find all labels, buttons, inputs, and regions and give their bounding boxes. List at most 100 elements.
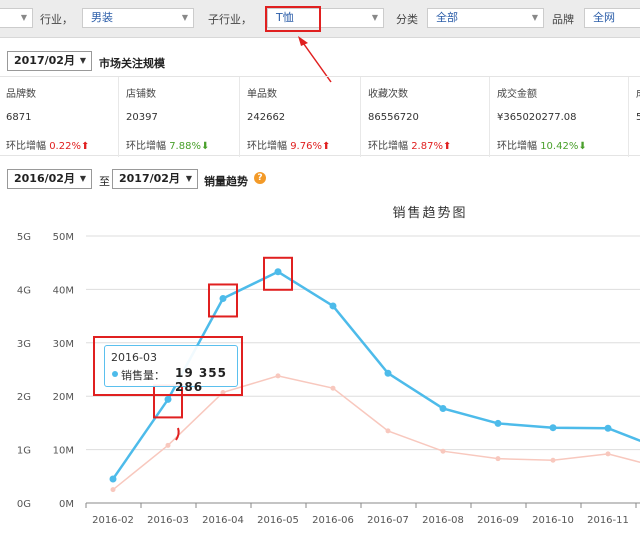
stat-shops: 店铺数 20397 环比增幅 7.88%⬇	[120, 77, 240, 157]
stat-label: 店铺数	[126, 89, 156, 100]
brand-label: 品牌	[552, 13, 574, 26]
primary-series-point	[494, 419, 502, 427]
right-axis-tick-label: 20M	[53, 392, 74, 403]
sales-trend-chart: 销售趋势图 0G 0M 1G 10M 2G 20M 3G 30M 4G 40M 5G 50M 2016-0…	[17, 205, 640, 526]
change-prefix: 环比增幅	[6, 141, 46, 152]
stat-value: 6871	[6, 112, 32, 123]
change-value: 0.22%	[49, 141, 81, 152]
secondary-series-point	[605, 451, 611, 457]
right-axis-tick-label: 10M	[53, 446, 74, 457]
chevron-down-icon: ▼	[181, 13, 188, 22]
market-title: 市场关注规模	[99, 57, 165, 70]
help-icon[interactable]: ?	[254, 172, 266, 184]
secondary-series-point	[550, 457, 556, 463]
primary-series-point	[219, 294, 227, 302]
change-prefix: 环比增幅	[368, 141, 408, 152]
primary-series-point	[439, 404, 447, 412]
stat-label: 品牌数	[6, 89, 36, 100]
chevron-down-icon: ▼	[371, 13, 378, 22]
secondary-series-point	[440, 448, 446, 454]
x-axis-tick-label: 2016-07	[367, 515, 409, 526]
secondary-series-point	[495, 456, 501, 462]
chart-title: 销售趋势图	[392, 205, 467, 221]
first-dropdown[interactable]: ▼	[0, 8, 33, 28]
change-value: 7.88%	[169, 141, 201, 152]
secondary-series-point	[275, 373, 281, 379]
brand-value: 全网	[593, 11, 615, 24]
right-axis-tick-label: 0M	[59, 499, 74, 510]
primary-series-point	[274, 268, 282, 276]
tooltip-value: 19 355 286	[175, 366, 227, 394]
change-prefix: 环比增幅	[247, 141, 287, 152]
stat-change: 环比增幅 10.42%⬇	[497, 137, 587, 152]
x-axis-tick-label: 2016-06	[312, 515, 354, 526]
stat-label: 收藏次数	[368, 89, 408, 100]
chart-tooltip: 2016-03 销售量： 19 355 286	[104, 345, 238, 394]
stat-label: 成交金额	[497, 89, 537, 100]
series-dot-icon	[112, 371, 118, 377]
trend-from-select[interactable]: 2016/02月 ▼	[7, 169, 92, 189]
month-value: 2017/02月	[14, 54, 75, 67]
stat-partial: 成 5	[630, 77, 640, 157]
industry-value: 男装	[91, 11, 113, 24]
stat-value: ¥365020277.08	[497, 112, 577, 123]
subindustry-label: 子行业，	[208, 13, 252, 26]
change-value: 10.42%	[540, 141, 579, 152]
trend-to-value: 2017/02月	[119, 172, 180, 185]
right-axis-tick-label: 40M	[53, 285, 74, 296]
stat-value: 20397	[126, 112, 158, 123]
chevron-down-icon: ▼	[185, 174, 192, 183]
trend-to-label: 至	[99, 175, 110, 188]
arrow-up-icon: ⬆	[321, 141, 331, 152]
primary-series-point	[604, 424, 612, 432]
arrow-up-icon: ⬆	[442, 141, 452, 152]
left-axis-tick-label: 5G	[17, 232, 31, 243]
change-value: 9.76%	[290, 141, 322, 152]
chevron-down-icon: ▼	[531, 13, 538, 22]
change-prefix: 环比增幅	[126, 141, 166, 152]
annotation-mark	[175, 427, 180, 441]
stat-value: 86556720	[368, 112, 419, 123]
x-axis-tick-label: 2016-08	[422, 515, 464, 526]
primary-series-point	[384, 369, 392, 377]
tooltip-label: 销售量：	[121, 369, 165, 382]
x-axis-tick-label: 2016-09	[477, 515, 519, 526]
stat-brands: 品牌数 6871 环比增幅 0.22%⬆	[0, 77, 119, 157]
secondary-series-point	[330, 385, 336, 391]
industry-dropdown[interactable]: 男装 ▼	[82, 8, 194, 28]
primary-series-point	[164, 395, 172, 403]
industry-label: 行业，	[40, 13, 73, 26]
left-axis-tick-label: 1G	[17, 446, 31, 457]
primary-series-point	[329, 302, 337, 310]
market-stats: 品牌数 6871 环比增幅 0.22%⬆ 店铺数 20397 环比增幅 7.88…	[0, 76, 640, 157]
x-axis-tick-label: 2016-11	[587, 515, 629, 526]
arrow-down-icon: ⬇	[578, 141, 587, 152]
chevron-down-icon: ▼	[79, 174, 86, 183]
primary-series-point	[109, 475, 117, 483]
change-value: 2.87%	[411, 141, 443, 152]
arrow-down-icon: ⬇	[200, 141, 210, 152]
category-dropdown[interactable]: 全部 ▼	[427, 8, 544, 28]
stat-value: 242662	[247, 112, 286, 123]
stat-change: 环比增幅 0.22%⬆	[6, 137, 89, 152]
secondary-series-point	[165, 442, 171, 448]
trend-title: 销量趋势	[204, 175, 248, 188]
left-axis-tick-label: 4G	[17, 285, 31, 296]
trend-to-select[interactable]: 2017/02月 ▼	[112, 169, 198, 189]
primary-series-point	[549, 424, 557, 432]
category-label: 分类	[396, 13, 418, 26]
arrow-up-icon: ⬆	[80, 141, 90, 152]
secondary-series-point	[110, 487, 116, 493]
chevron-down-icon: ▼	[79, 56, 86, 65]
stat-items: 单品数 242662 环比增幅 9.76%⬆	[241, 77, 361, 157]
month-select[interactable]: 2017/02月 ▼	[7, 51, 92, 71]
x-axis-tick-label: 2016-10	[532, 515, 574, 526]
x-axis-tick-label: 2016-02	[92, 515, 134, 526]
stat-change: 环比增幅 7.88%⬇	[126, 137, 209, 152]
chevron-down-icon: ▼	[20, 13, 27, 22]
x-axis-tick-label: 2016-03	[147, 515, 189, 526]
right-axis-tick-label: 30M	[53, 339, 74, 350]
tooltip-date: 2016-03	[111, 351, 157, 364]
brand-dropdown[interactable]: 全网	[584, 8, 640, 28]
trend-from-value: 2016/02月	[14, 172, 75, 185]
